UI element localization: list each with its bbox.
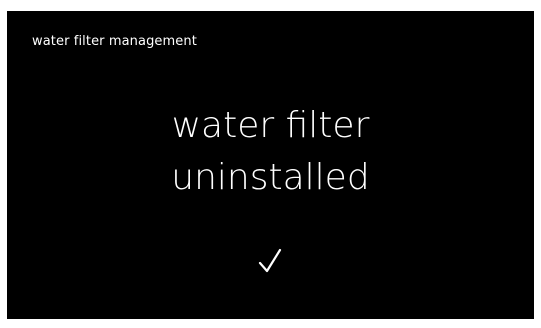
status-message-line-1: water filter [171,105,370,146]
confirm-button[interactable] [245,236,295,286]
status-message: water filter uninstalled [7,100,534,204]
page-title: water filter management [32,34,197,49]
checkmark-icon [258,248,282,273]
status-message-line-2: uninstalled [171,157,370,198]
device-screen: water filter management water filter uni… [7,11,534,319]
